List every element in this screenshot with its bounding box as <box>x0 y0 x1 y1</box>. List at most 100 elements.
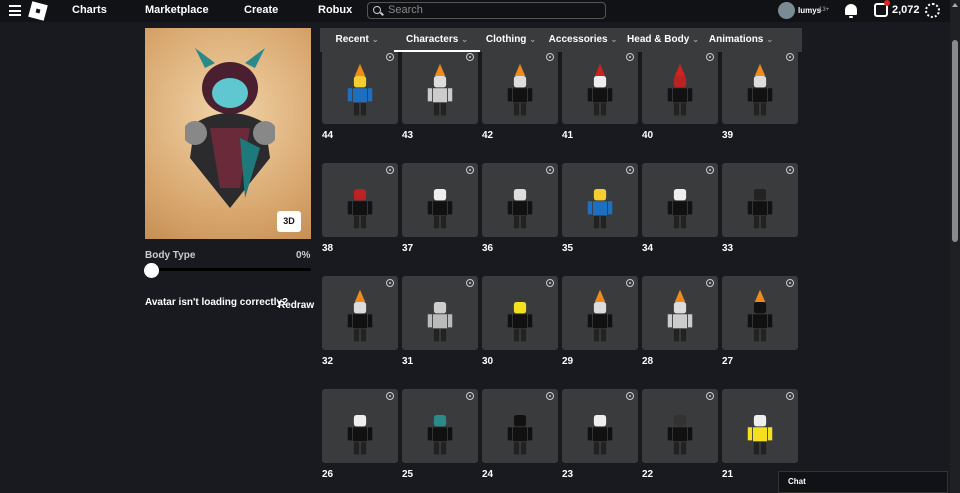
character-item[interactable]: 30 <box>482 276 558 367</box>
character-item[interactable]: 36 <box>482 163 558 254</box>
settings-icon[interactable] <box>466 166 474 174</box>
nav-create[interactable]: Create <box>244 4 278 16</box>
character-thumbnail[interactable] <box>402 389 478 463</box>
nav-charts[interactable]: Charts <box>72 4 107 16</box>
scrollbar[interactable] <box>950 0 960 493</box>
character-thumbnail[interactable] <box>322 52 398 124</box>
character-item[interactable]: 27 <box>722 276 798 367</box>
body-type-slider-handle[interactable] <box>144 263 159 278</box>
character-item[interactable]: 38 <box>322 163 398 254</box>
settings-icon[interactable] <box>706 166 714 174</box>
character-item[interactable]: 31 <box>402 276 478 367</box>
character-item[interactable]: 22 <box>642 389 718 480</box>
tab-animations[interactable]: Animations ⌄ <box>702 28 780 52</box>
3d-view-button[interactable]: 3D <box>277 211 301 232</box>
settings-icon[interactable] <box>546 279 554 287</box>
hamburger-menu-icon[interactable] <box>9 5 21 16</box>
character-thumbnail[interactable] <box>482 52 558 124</box>
character-thumbnail[interactable] <box>562 163 638 237</box>
avatar-preview[interactable]: 3D <box>145 28 311 239</box>
scroll-up-icon[interactable] <box>952 3 958 7</box>
robux-count[interactable]: 2,072 <box>892 4 920 16</box>
character-item[interactable]: 41 <box>562 52 638 141</box>
settings-icon[interactable] <box>626 53 634 61</box>
tab-accessories[interactable]: Accessories ⌄ <box>542 28 624 52</box>
character-thumbnail[interactable] <box>642 276 718 350</box>
character-thumbnail[interactable] <box>722 276 798 350</box>
character-thumbnail[interactable] <box>562 389 638 463</box>
character-thumbnail[interactable] <box>722 389 798 463</box>
settings-icon[interactable] <box>786 279 794 287</box>
robux-icon[interactable] <box>874 0 890 17</box>
tab-clothing[interactable]: Clothing ⌄ <box>480 28 542 52</box>
character-item[interactable]: 43 <box>402 52 478 141</box>
settings-icon[interactable] <box>386 392 394 400</box>
settings-icon[interactable] <box>546 166 554 174</box>
nav-robux[interactable]: Robux <box>318 4 352 16</box>
settings-icon[interactable] <box>546 392 554 400</box>
character-thumbnail[interactable] <box>722 163 798 237</box>
character-item[interactable]: 23 <box>562 389 638 480</box>
settings-icon[interactable] <box>386 279 394 287</box>
character-item[interactable]: 32 <box>322 276 398 367</box>
character-thumbnail[interactable] <box>322 389 398 463</box>
search-input[interactable]: Search <box>367 2 606 19</box>
redraw-button[interactable]: Redraw <box>278 300 314 311</box>
settings-icon[interactable] <box>786 166 794 174</box>
settings-icon[interactable] <box>706 392 714 400</box>
settings-icon[interactable] <box>706 53 714 61</box>
character-item[interactable]: 33 <box>722 163 798 254</box>
character-item[interactable]: 44 <box>322 52 398 141</box>
character-item[interactable]: 42 <box>482 52 558 141</box>
character-thumbnail[interactable] <box>402 276 478 350</box>
settings-icon[interactable] <box>386 166 394 174</box>
character-item[interactable]: 39 <box>722 52 798 141</box>
settings-icon[interactable] <box>626 166 634 174</box>
character-thumbnail[interactable] <box>322 276 398 350</box>
character-thumbnail[interactable] <box>722 52 798 124</box>
settings-gear-icon[interactable] <box>925 3 940 18</box>
settings-icon[interactable] <box>546 53 554 61</box>
character-thumbnail[interactable] <box>562 276 638 350</box>
tab-characters[interactable]: Characters ⌄ <box>394 28 480 52</box>
character-item[interactable]: 26 <box>322 389 398 480</box>
character-thumbnail[interactable] <box>402 163 478 237</box>
character-thumbnail[interactable] <box>482 389 558 463</box>
character-item[interactable]: 25 <box>402 389 478 480</box>
settings-icon[interactable] <box>386 53 394 61</box>
settings-icon[interactable] <box>706 279 714 287</box>
character-item[interactable]: 29 <box>562 276 638 367</box>
character-thumbnail[interactable] <box>322 163 398 237</box>
character-thumbnail[interactable] <box>642 163 718 237</box>
settings-icon[interactable] <box>466 53 474 61</box>
character-item[interactable]: 24 <box>482 389 558 480</box>
settings-icon[interactable] <box>786 392 794 400</box>
character-item[interactable]: 34 <box>642 163 718 254</box>
character-item[interactable]: 40 <box>642 52 718 141</box>
character-thumbnail[interactable] <box>562 52 638 124</box>
body-type-slider-track[interactable] <box>151 268 311 271</box>
user-avatar[interactable] <box>778 2 795 19</box>
character-item[interactable]: 28 <box>642 276 718 367</box>
character-item[interactable]: 21 <box>722 389 798 480</box>
chat-button[interactable]: Chat <box>778 471 948 493</box>
notifications-bell-icon[interactable] <box>845 4 857 18</box>
settings-icon[interactable] <box>786 53 794 61</box>
roblox-logo-icon[interactable] <box>28 1 48 21</box>
character-thumbnail[interactable] <box>402 52 478 124</box>
nav-marketplace[interactable]: Marketplace <box>145 4 209 16</box>
scrollbar-thumb[interactable] <box>952 40 958 242</box>
character-thumbnail[interactable] <box>642 389 718 463</box>
character-thumbnail[interactable] <box>642 52 718 124</box>
settings-icon[interactable] <box>626 392 634 400</box>
tab-head-body[interactable]: Head & Body ⌄ <box>624 28 702 52</box>
settings-icon[interactable] <box>466 392 474 400</box>
settings-icon[interactable] <box>466 279 474 287</box>
character-thumbnail[interactable] <box>482 163 558 237</box>
tab-recent[interactable]: Recent ⌄ <box>320 28 394 52</box>
username[interactable]: lumys <box>798 6 821 15</box>
character-thumbnail[interactable] <box>482 276 558 350</box>
settings-icon[interactable] <box>626 279 634 287</box>
character-item[interactable]: 35 <box>562 163 638 254</box>
character-item[interactable]: 37 <box>402 163 478 254</box>
